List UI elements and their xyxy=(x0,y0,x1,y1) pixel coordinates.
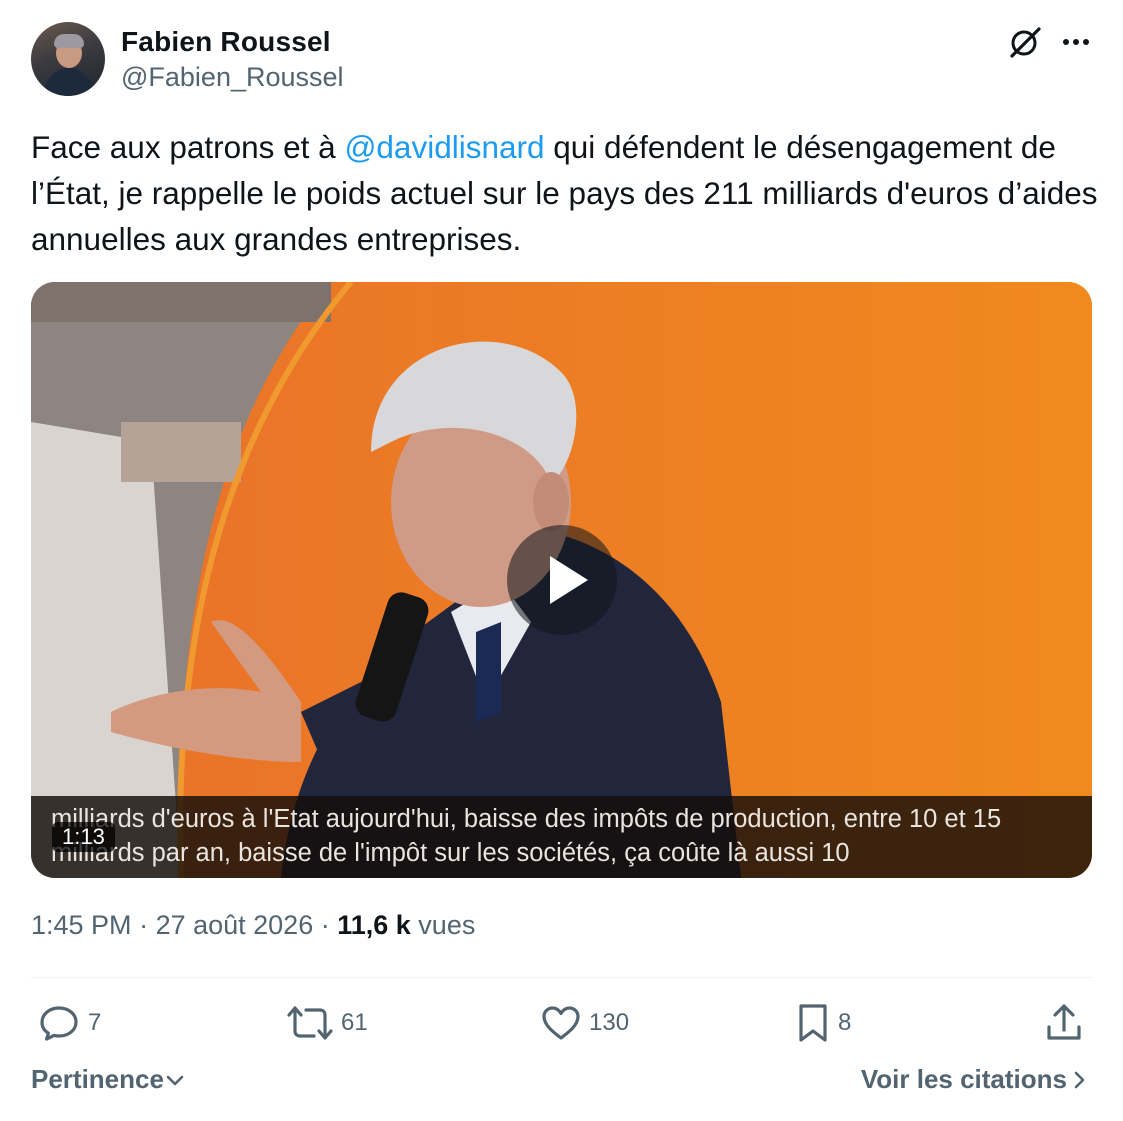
more-options-icon[interactable] xyxy=(1059,28,1093,56)
repost-button[interactable]: 61 xyxy=(287,1000,368,1046)
views-label: vues xyxy=(410,910,476,940)
tweet-detail: Fabien Roussel @Fabien_Roussel Face aux … xyxy=(0,0,1123,1121)
like-button[interactable]: 130 xyxy=(541,1000,629,1046)
like-count: 130 xyxy=(589,1009,630,1036)
author-avatar[interactable] xyxy=(31,22,105,96)
author-handle[interactable]: @Fabien_Roussel xyxy=(121,62,344,93)
tweet-text: Face aux patrons et à @davidlisnard qui … xyxy=(31,124,1101,262)
mention-link[interactable]: @davidlisnard xyxy=(344,129,544,165)
x-logo-icon[interactable] xyxy=(1007,24,1043,60)
bookmark-icon xyxy=(799,1004,827,1042)
subtitle-line-2: milliards par an, baisse de l'impôt sur … xyxy=(51,839,850,867)
play-button[interactable] xyxy=(507,525,617,635)
divider xyxy=(31,977,1092,978)
chevron-down-icon xyxy=(166,1075,184,1085)
sort-dropdown[interactable]: Pertinence xyxy=(31,1064,186,1095)
views-count: 11,6 k xyxy=(337,910,411,940)
subtitle-line-1: milliards d'euros à l'Etat aujourd'hui, … xyxy=(51,805,1002,833)
meta-separator: · xyxy=(131,910,156,940)
reply-icon xyxy=(40,1006,78,1041)
meta-separator: · xyxy=(313,910,338,940)
author-display-name[interactable]: Fabien Roussel xyxy=(121,26,331,58)
video-duration-badge: 1:13 xyxy=(52,822,115,852)
share-button[interactable] xyxy=(1045,1000,1083,1046)
view-quotes-link[interactable]: Voir les citations xyxy=(861,1064,1089,1095)
tweet-time[interactable]: 1:45 PM xyxy=(31,910,132,940)
chevron-right-icon xyxy=(1074,1071,1085,1088)
tweet-date[interactable]: 27 août 2026 xyxy=(156,910,314,940)
bookmark-button[interactable]: 8 xyxy=(796,1000,851,1046)
sort-label: Pertinence xyxy=(31,1064,164,1094)
tweet-meta: 1:45 PM · 27 août 2026 · 11,6 k vues xyxy=(31,910,475,941)
bookmark-count: 8 xyxy=(838,1009,852,1036)
repost-count: 61 xyxy=(341,1009,368,1036)
tweet-text-part1: Face aux patrons et à xyxy=(31,129,345,165)
avatar-hair-shape xyxy=(54,34,84,48)
quotes-label: Voir les citations xyxy=(860,1064,1067,1094)
reply-button[interactable]: 7 xyxy=(38,1000,101,1046)
reply-count: 7 xyxy=(88,1009,102,1036)
play-icon xyxy=(550,556,588,604)
repost-icon xyxy=(287,1006,333,1040)
video-player[interactable]: milliards d'euros à l'Etat aujourd'hui, … xyxy=(31,282,1092,878)
avatar-body-shape xyxy=(45,68,93,96)
like-icon xyxy=(542,1006,580,1040)
share-icon xyxy=(1047,1004,1081,1040)
video-subtitles: milliards d'euros à l'Etat aujourd'hui, … xyxy=(51,802,1081,870)
